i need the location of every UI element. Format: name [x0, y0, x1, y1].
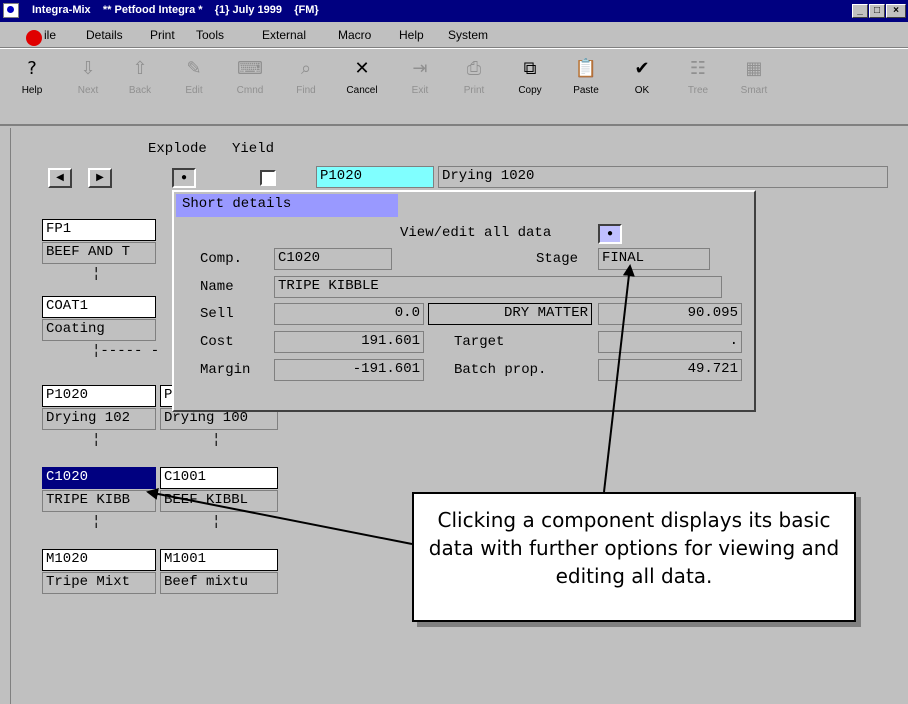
- arrow-to-view-edit: [603, 264, 635, 493]
- annotation-arrows: [146, 264, 635, 545]
- arrow-to-component: [146, 488, 413, 545]
